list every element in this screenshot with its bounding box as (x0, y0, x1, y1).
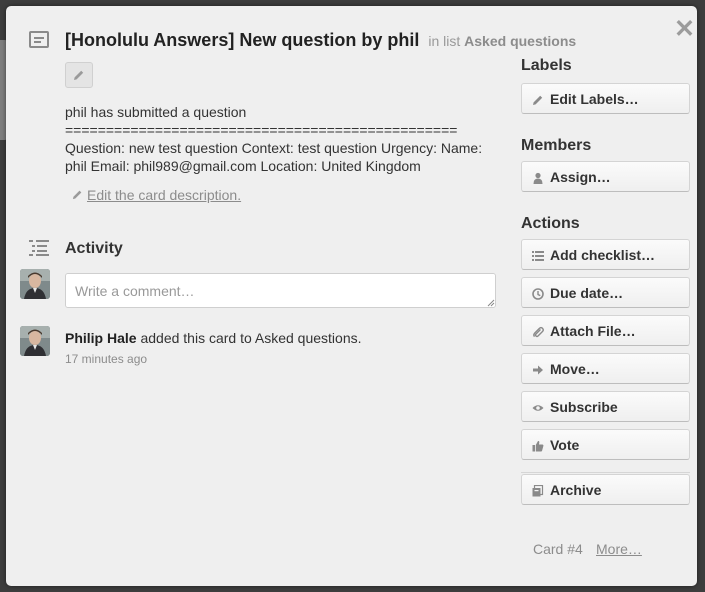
activity-heading: Activity (65, 240, 123, 257)
paperclip-icon (531, 325, 544, 338)
description-line: phil Email: phil989@gmail.com Location: … (65, 158, 421, 174)
actions-heading: Actions (521, 215, 580, 232)
edit-title-button[interactable] (65, 62, 93, 88)
person-icon (531, 171, 544, 184)
tag-icon (531, 93, 544, 106)
description-line: phil has submitted a question (65, 104, 247, 120)
description-line: Question: new test question Context: tes… (65, 140, 483, 156)
list-reference: in list Asked questions (428, 33, 577, 49)
archive-icon (531, 484, 544, 497)
card-detail-window: ✕ [Honolulu Answers] New question by phi… (6, 6, 697, 586)
labels-heading: Labels (521, 57, 572, 74)
checklist-icon (531, 249, 544, 262)
clock-icon (531, 287, 544, 300)
activity-timestamp[interactable]: 17 minutes ago (65, 352, 147, 366)
description-line: ========================================… (65, 122, 458, 138)
card-number: Card #4 (533, 541, 583, 557)
close-icon[interactable]: ✕ (674, 17, 695, 42)
more-link[interactable]: More… (596, 541, 642, 557)
current-user-avatar[interactable] (20, 269, 50, 299)
assign-button[interactable]: Assign… (521, 161, 690, 192)
activity-text: added this card to Asked questions. (140, 330, 362, 346)
arrow-right-icon (531, 363, 544, 376)
thumbs-up-icon (531, 439, 544, 452)
member-avatar[interactable] (20, 326, 50, 356)
vote-button[interactable]: Vote (521, 429, 690, 460)
archive-button[interactable]: Archive (521, 474, 690, 505)
member-name[interactable]: Philip Hale (65, 330, 137, 346)
due-date-button[interactable]: Due date… (521, 277, 690, 308)
pencil-icon (74, 70, 84, 80)
list-name[interactable]: Asked questions (464, 33, 576, 49)
move-button[interactable]: Move… (521, 353, 690, 384)
comment-input[interactable] (65, 273, 496, 308)
subscribe-button[interactable]: Subscribe (521, 391, 690, 422)
edit-description-link[interactable]: Edit the card description. (72, 187, 241, 203)
card-icon (29, 31, 49, 48)
card-title-text[interactable]: [Honolulu Answers] New question by phil (65, 30, 419, 50)
members-heading: Members (521, 137, 592, 154)
sidebar-divider (521, 472, 690, 473)
activity-list-icon (29, 240, 49, 256)
add-checklist-button[interactable]: Add checklist… (521, 239, 690, 270)
attach-file-button[interactable]: Attach File… (521, 315, 690, 346)
resize-grip-icon[interactable] (487, 299, 495, 307)
card-description: phil has submitted a question ==========… (65, 103, 501, 175)
edit-labels-button[interactable]: Edit Labels… (521, 83, 690, 114)
pencil-icon (72, 190, 82, 200)
activity-entry: Philip Hale added this card to Asked que… (65, 330, 362, 346)
eye-icon (531, 401, 544, 414)
card-title[interactable]: [Honolulu Answers] New question by phil … (65, 30, 576, 51)
